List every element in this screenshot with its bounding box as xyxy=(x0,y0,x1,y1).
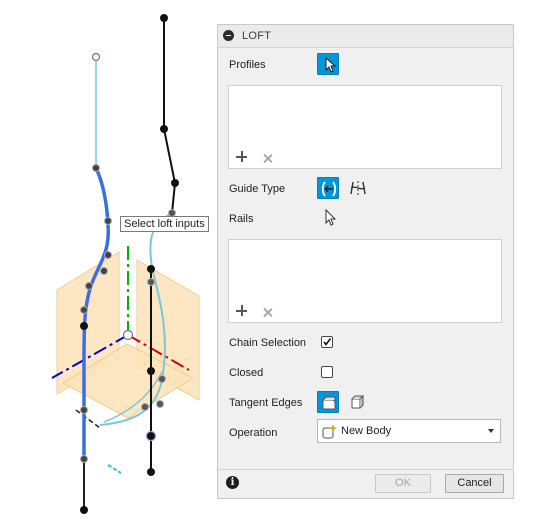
no-tangent-edges-icon xyxy=(351,394,365,409)
tangent-edges-label: Tangent Edges xyxy=(229,397,303,409)
cursor-arrow-icon xyxy=(325,56,337,73)
centerline-guide-icon xyxy=(350,181,366,195)
tangent-edges-icon xyxy=(322,396,336,410)
closed-checkbox[interactable] xyxy=(321,366,333,378)
rails-guide-button[interactable] xyxy=(317,177,339,199)
profiles-select-button[interactable] xyxy=(317,53,339,75)
cursor-arrow-icon xyxy=(325,208,337,226)
rails-label: Rails xyxy=(229,213,254,225)
sketch-point[interactable] xyxy=(145,430,157,442)
sketch-point[interactable] xyxy=(80,506,88,514)
operation-dropdown[interactable]: New Body xyxy=(317,419,501,443)
rails-guide-icon xyxy=(321,181,337,197)
sketch-point[interactable] xyxy=(147,468,155,476)
sketch-point[interactable] xyxy=(147,265,155,273)
x-icon xyxy=(262,307,273,318)
sketch-point[interactable] xyxy=(80,306,88,314)
operation-value: New Body xyxy=(341,425,392,437)
dialog-header: LOFT xyxy=(218,25,513,48)
tangent-edges-keep-button[interactable] xyxy=(347,391,369,413)
operation-label: Operation xyxy=(229,427,278,439)
sketch-point[interactable] xyxy=(147,278,155,286)
chevron-down-icon xyxy=(488,429,494,433)
centerline-guide-button[interactable] xyxy=(347,177,369,199)
plus-icon[interactable] xyxy=(236,305,249,318)
sketch-point[interactable] xyxy=(91,52,101,62)
sketch-point[interactable] xyxy=(171,179,179,187)
ok-button[interactable]: OK xyxy=(375,474,431,493)
sketch-point[interactable] xyxy=(147,367,155,375)
plus-icon[interactable] xyxy=(236,151,249,164)
sketch-point[interactable] xyxy=(85,282,93,290)
guide-type-label: Guide Type xyxy=(229,183,286,195)
sketch-point[interactable] xyxy=(92,164,100,172)
cancel-button[interactable]: Cancel xyxy=(445,474,504,493)
sketch-point[interactable] xyxy=(160,125,168,133)
tangent-edges-merge-button[interactable] xyxy=(317,391,339,413)
sketch-point[interactable] xyxy=(104,217,112,225)
sketch-point[interactable] xyxy=(80,455,88,463)
sketch-point[interactable] xyxy=(80,406,88,414)
profiles-label: Profiles xyxy=(229,59,266,71)
profiles-list[interactable] xyxy=(228,85,502,169)
sketch-dash xyxy=(75,409,101,429)
info-icon[interactable]: i xyxy=(226,476,239,489)
closed-label: Closed xyxy=(229,367,264,379)
sketch-point[interactable] xyxy=(156,400,164,408)
dialog-footer: i OK Cancel xyxy=(218,469,513,498)
rails-list[interactable] xyxy=(228,239,502,323)
rails-select-button[interactable] xyxy=(320,207,342,229)
minus-circle-icon[interactable] xyxy=(223,30,234,41)
sketch-point[interactable] xyxy=(158,375,166,383)
x-icon xyxy=(262,153,273,164)
sketch-point[interactable] xyxy=(141,403,149,411)
check-icon xyxy=(323,338,332,346)
chain-selection-checkbox[interactable] xyxy=(321,336,333,348)
chain-selection-label: Chain Selection xyxy=(229,337,307,349)
loft-dialog: LOFT Profiles Guide Type Rails Chain Sel… xyxy=(217,24,514,499)
new-body-icon xyxy=(322,424,338,439)
origin-point[interactable] xyxy=(122,329,134,341)
sketch-point[interactable] xyxy=(100,267,108,275)
sketch-point[interactable] xyxy=(104,251,112,259)
dialog-title: LOFT xyxy=(242,30,272,42)
sketch-point[interactable] xyxy=(160,14,168,22)
sketch-cyan-dash xyxy=(107,464,122,474)
viewport-tooltip: Select loft inputs xyxy=(120,216,209,232)
sketch-point[interactable] xyxy=(80,322,88,330)
